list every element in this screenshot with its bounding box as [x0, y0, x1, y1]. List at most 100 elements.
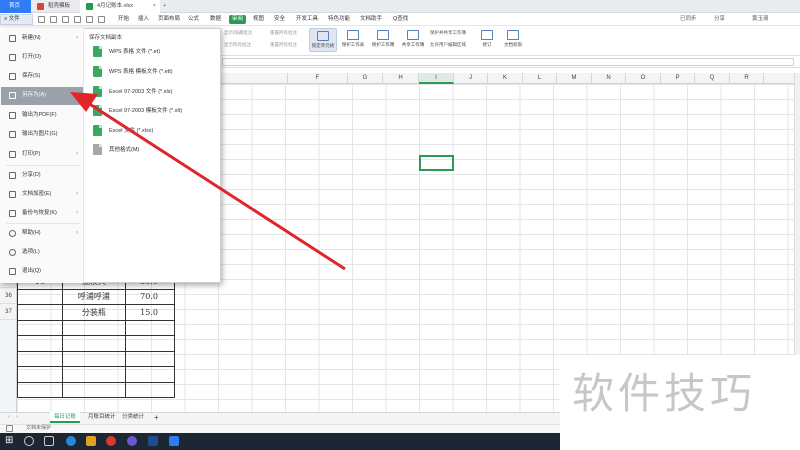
selected-cell[interactable] — [419, 155, 454, 171]
table-cell[interactable] — [125, 366, 175, 383]
task-view-icon[interactable] — [44, 436, 54, 446]
file-explorer-icon[interactable] — [86, 436, 96, 446]
table-cell[interactable]: 分装瓶 — [61, 304, 127, 321]
doc-permission-button[interactable]: 文档权限 — [500, 28, 526, 48]
row-header-37[interactable]: 37 — [0, 305, 17, 320]
column-header[interactable] — [218, 73, 288, 84]
undo-icon[interactable] — [74, 16, 81, 23]
menu-tab-doc-assistant[interactable]: 文档助手 — [360, 13, 382, 26]
menu-tab-review[interactable]: 审阅 — [229, 15, 247, 24]
ribbon-show-all-comments[interactable]: 显示所有批注 — [224, 41, 251, 48]
table-cell[interactable] — [61, 366, 127, 383]
column-header-P[interactable]: P — [661, 73, 695, 84]
tab-home[interactable]: 首页 — [0, 0, 31, 13]
close-icon[interactable]: × — [153, 0, 156, 13]
column-header-K[interactable]: K — [488, 73, 523, 84]
table-cell[interactable] — [17, 288, 63, 305]
table-cell[interactable]: 15.0 — [125, 304, 175, 321]
menu-tab-developer[interactable]: 开发工具 — [296, 13, 318, 26]
lock-cell-button[interactable]: 锁定单元格 — [309, 28, 337, 52]
table-cell[interactable] — [61, 350, 127, 367]
save-as-xlsx[interactable]: Excel 文件 (*.xlsx) — [89, 122, 214, 140]
menu-tab-view[interactable]: 视图 — [253, 13, 264, 26]
track-changes-button[interactable]: 修订 — [474, 28, 500, 48]
add-sheet-button[interactable]: + — [150, 412, 163, 423]
save-as-ett[interactable]: WPS 表格 模板文件 (*.ett) — [89, 63, 214, 81]
save-as-xlt[interactable]: Excel 97-2003 模板文件 (*.xlt) — [89, 102, 214, 120]
allow-edit-ranges-button[interactable]: 允许用户编辑区域 — [430, 41, 466, 48]
user-name[interactable]: 黄玉琦 — [752, 13, 769, 26]
search-tab[interactable]: Q查找 — [393, 13, 408, 26]
table-cell[interactable]: 70.0 — [125, 288, 175, 305]
save-as-other[interactable]: 其他格式(M) — [89, 141, 214, 159]
column-header-Q[interactable]: Q — [695, 73, 730, 84]
sheet-tab-monthly[interactable]: 月账目统计 — [84, 412, 120, 423]
search-icon[interactable] — [24, 436, 34, 446]
menu-item-export-pdf[interactable]: 输出为PDF(F) — [4, 107, 82, 124]
sheet-nav-next-icon[interactable]: › — [12, 412, 22, 423]
column-header-J[interactable]: J — [454, 73, 488, 84]
preview-icon[interactable] — [62, 16, 69, 23]
menu-item-exit[interactable]: 退出(Q) — [4, 263, 82, 280]
column-header-R[interactable]: R — [730, 73, 764, 84]
menu-tab-data[interactable]: 数据 — [210, 13, 221, 26]
column-header-I[interactable]: I — [419, 73, 454, 84]
table-cell[interactable] — [125, 350, 175, 367]
table-cell[interactable] — [125, 319, 175, 336]
protect-and-share-button[interactable]: 保护并共享工作簿 — [430, 29, 466, 36]
share-workbook-button[interactable]: 共享工作簿 — [399, 28, 427, 48]
column-header-O[interactable]: O — [626, 73, 661, 84]
tab-workbook[interactable]: 4月记账本.xlsx × — [80, 0, 160, 14]
menu-item-save[interactable]: 保存(S) — [4, 68, 82, 85]
tab-docer-templates[interactable]: 稻壳模板 — [31, 0, 79, 13]
column-header-L[interactable]: L — [523, 73, 557, 84]
column-header-F[interactable]: F — [288, 73, 348, 84]
format-painter-icon[interactable] — [98, 16, 105, 23]
column-header-H[interactable]: H — [383, 73, 419, 84]
sheet-tab-category[interactable]: 分类统计 — [118, 412, 148, 423]
share-button[interactable]: 分享 — [714, 13, 725, 26]
table-cell[interactable] — [61, 335, 127, 352]
table-cell[interactable]: 呼浦呼浦 — [61, 288, 127, 305]
ribbon-show-hide-comments[interactable]: 显示/隐藏批注 — [224, 29, 252, 36]
save-as-xls[interactable]: Excel 97-2003 文件 (*.xls) — [89, 83, 214, 101]
table-cell[interactable] — [17, 335, 63, 352]
table-cell[interactable] — [17, 381, 63, 398]
wps-icon[interactable] — [169, 436, 179, 446]
menu-tab-special[interactable]: 特色功能 — [328, 13, 350, 26]
menu-item-encrypt[interactable]: 文档加密(E) › — [4, 186, 82, 203]
ribbon-reset-comments-2[interactable]: 重置所有批注 — [270, 41, 297, 48]
menu-item-options[interactable]: 选项(L) — [4, 244, 82, 261]
menu-item-export-image[interactable]: 输出为图片(G) — [4, 126, 82, 143]
browser-icon[interactable] — [106, 436, 116, 446]
protect-sheet-button[interactable]: 保护工作表 — [339, 28, 367, 48]
table-cell[interactable] — [17, 366, 63, 383]
table-cell[interactable] — [17, 350, 63, 367]
print-icon[interactable] — [50, 16, 57, 23]
table-cell[interactable] — [61, 381, 127, 398]
redo-icon[interactable] — [86, 16, 93, 23]
photoshop-icon[interactable] — [148, 436, 158, 446]
protect-workbook-button[interactable]: 保护工作簿 — [369, 28, 397, 48]
app-icon[interactable] — [127, 436, 137, 446]
table-cell[interactable] — [17, 319, 63, 336]
menu-tab-security[interactable]: 安全 — [274, 13, 285, 26]
menu-item-print[interactable]: 打印(P) › — [4, 146, 82, 163]
menu-tab-page-layout[interactable]: 页面布局 — [158, 13, 180, 26]
menu-item-share[interactable]: 分享(D) — [4, 167, 82, 184]
column-header-M[interactable]: M — [557, 73, 592, 84]
menu-item-new[interactable]: 新建(N) › — [4, 30, 82, 47]
menu-item-help[interactable]: 帮助(H) › — [4, 225, 82, 242]
sync-status[interactable]: 已同步 — [680, 13, 697, 26]
formula-input[interactable] — [222, 58, 794, 66]
save-as-et[interactable]: WPS 表格 文件 (*.et) — [89, 43, 214, 61]
column-header-G[interactable]: G — [348, 73, 383, 84]
table-cell[interactable] — [125, 335, 175, 352]
table-cell[interactable] — [125, 381, 175, 398]
menu-tab-start[interactable]: 开始 — [118, 13, 129, 26]
table-cell[interactable] — [17, 304, 63, 321]
column-header-N[interactable]: N — [592, 73, 626, 84]
macro-icon[interactable] — [6, 425, 13, 432]
windows-start-icon[interactable]: ⊞ — [5, 436, 13, 446]
new-tab-button[interactable]: + — [163, 0, 173, 13]
